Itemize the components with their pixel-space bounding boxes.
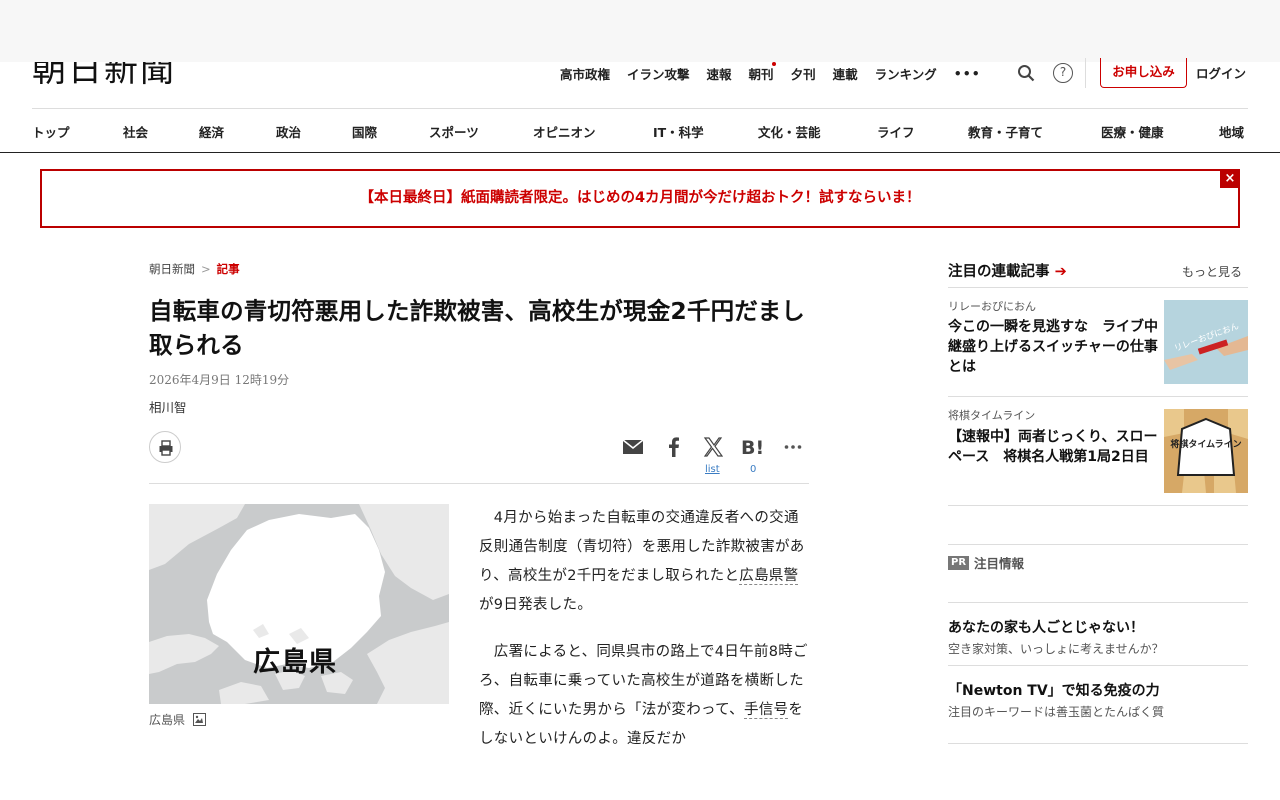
subscribe-button[interactable]: お申し込み: [1100, 58, 1187, 88]
ad-title[interactable]: あなたの家も人ごとじゃない！: [948, 617, 1144, 637]
nav-bottom-line: [0, 152, 1280, 153]
pr-heading-text: 注目情報: [974, 556, 1025, 571]
search-icon[interactable]: [1017, 64, 1035, 82]
ad-title[interactable]: 「Newton TV」で知る免疫の力: [948, 680, 1160, 700]
map-label: 広島県: [253, 647, 337, 678]
breadcrumb-home[interactable]: 朝日新聞: [149, 262, 195, 276]
series-card-title[interactable]: 今この一瞬を見逃すな ライブ中継盛り上げるスイッチャーの仕事とは: [948, 317, 1158, 377]
category-it-science[interactable]: IT・科学: [653, 122, 704, 141]
hatena-count[interactable]: 0: [750, 464, 756, 475]
pr-badge: PR: [948, 555, 970, 570]
series-card-title[interactable]: 【速報中】両者じっくり、スローペース 将棋名人戦第1局2日目: [948, 427, 1158, 467]
more-link[interactable]: もっと見る: [1182, 263, 1242, 280]
category-nav: トップ 社会 経済 政治 国際 スポーツ オピニオン IT・科学 文化・芸能 ラ…: [0, 120, 1280, 142]
site-logo[interactable]: 朝日新聞: [32, 62, 176, 90]
article-paragraph-2: 広署によると、同県呉市の路上で4日午前8時ごろ、自転車に乗っていた高校生が道路を…: [479, 638, 809, 754]
facebook-share-icon[interactable]: [664, 436, 684, 458]
nav-series[interactable]: 連載: [833, 64, 858, 83]
category-international[interactable]: 国際: [352, 122, 377, 141]
top-gray-bar: [0, 0, 1280, 62]
category-opinion[interactable]: オピニオン: [533, 122, 596, 141]
article-title: 自転車の青切符悪用した詐欺被害、高校生が現金2千円だまし取られる: [149, 297, 805, 359]
help-icon[interactable]: ?: [1053, 63, 1073, 83]
logo-area[interactable]: 朝日新聞: [0, 62, 260, 92]
promo-text[interactable]: 【本日最終日】紙面購読者限定。はじめの4カ月間が今だけ超おトク！試すならいま！: [359, 190, 920, 206]
category-culture[interactable]: 文化・芸能: [758, 122, 821, 141]
ad-subtitle[interactable]: 注目のキーワードは善玉菌とたんぱく質: [948, 703, 1164, 720]
nav-morning-edition[interactable]: 朝刊: [749, 61, 776, 83]
series-card-thumbnail[interactable]: 将棋タイムライン: [1164, 409, 1248, 493]
sidebar-divider: [948, 287, 1248, 288]
close-icon[interactable]: ×: [1220, 169, 1240, 188]
pr-heading: PR 注目情報: [948, 553, 1024, 572]
featured-series-title[interactable]: 注目の連載記事: [948, 264, 1050, 280]
category-economy[interactable]: 経済: [199, 122, 224, 141]
category-top[interactable]: トップ: [32, 122, 70, 141]
series-card-thumbnail[interactable]: リレーおぴにおん: [1164, 300, 1248, 384]
article-meta-divider: [149, 483, 809, 484]
article-paragraph-1: 4月から始まった自転車の交通違反者への交通反則通告制度（青切符）を悪用した詐欺被…: [479, 504, 809, 620]
featured-series-heading[interactable]: 注目の連載記事 ➔: [948, 260, 1067, 281]
category-health[interactable]: 医療・健康: [1101, 122, 1164, 141]
category-life[interactable]: ライフ: [877, 122, 915, 141]
more-menu-button[interactable]: •••: [954, 66, 981, 81]
nav-evening-edition[interactable]: 夕刊: [791, 64, 816, 83]
header-divider-line: [32, 108, 1248, 109]
category-society[interactable]: 社会: [123, 122, 148, 141]
header-divider: [1085, 58, 1086, 88]
category-sports[interactable]: スポーツ: [429, 122, 479, 141]
ad-subtitle[interactable]: 空き家対策、いっしょに考えませんか？: [948, 640, 1164, 657]
promo-banner[interactable]: 【本日最終日】紙面購読者限定。はじめの4カ月間が今だけ超おトク！試すならいま！ …: [40, 169, 1240, 228]
shogi-timeline-thumbnail: 将棋タイムライン: [1164, 409, 1248, 493]
breadcrumb-separator: >: [201, 262, 211, 276]
mail-share-icon[interactable]: [622, 436, 644, 458]
relay-opinion-thumbnail: リレーおぴにおん: [1164, 300, 1248, 384]
category-politics[interactable]: 政治: [276, 122, 301, 141]
sidebar-divider: [948, 544, 1248, 545]
thumb-text: 将棋タイムライン: [1170, 438, 1241, 450]
sidebar-divider: [948, 602, 1248, 603]
nav-ranking[interactable]: ランキング: [875, 64, 937, 83]
breadcrumb: 朝日新聞 > 記事: [149, 261, 240, 277]
svg-text:B!: B!: [741, 437, 764, 458]
sidebar-divider: [948, 665, 1248, 666]
link-hiroshima-police[interactable]: 広島県警: [739, 568, 799, 585]
link-hand-signal[interactable]: 手信号: [743, 702, 789, 719]
sidebar-divider: [948, 396, 1248, 397]
nav-iran[interactable]: イラン攻撃: [627, 64, 690, 83]
printer-icon: [159, 440, 173, 456]
nav-breaking[interactable]: 速報: [707, 64, 732, 83]
nav-takaichi[interactable]: 高市政権: [560, 64, 610, 83]
utility-nav: 高市政権 イラン攻撃 速報 朝刊 夕刊 連載 ランキング •••: [560, 61, 998, 84]
login-link[interactable]: ログイン: [1196, 63, 1246, 82]
paragraph-1-text-end: が9日発表した。: [479, 597, 593, 613]
caption-text: 広島県: [149, 713, 186, 727]
series-card-label[interactable]: リレーおぴにおん: [948, 298, 1036, 314]
more-share-icon[interactable]: [784, 444, 802, 450]
breadcrumb-current[interactable]: 記事: [217, 262, 240, 276]
print-button[interactable]: [149, 431, 181, 463]
hatena-bookmark-icon[interactable]: B!: [741, 436, 765, 458]
article-author[interactable]: 相川智: [149, 397, 187, 416]
arrow-right-icon[interactable]: ➔: [1055, 264, 1067, 280]
category-education[interactable]: 教育・子育て: [968, 122, 1043, 141]
series-card-label[interactable]: 将棋タイムライン: [948, 407, 1035, 423]
x-share-count[interactable]: list: [705, 464, 720, 475]
sidebar-divider: [948, 505, 1248, 506]
article-map-image[interactable]: 広島県: [149, 504, 449, 704]
x-share-icon[interactable]: [703, 436, 723, 458]
article-date: 2026年4月9日 12時19分: [149, 373, 290, 387]
image-caption: 広島県: [149, 711, 207, 728]
category-region[interactable]: 地域: [1219, 122, 1244, 141]
sidebar-divider: [948, 743, 1248, 744]
image-icon[interactable]: [193, 713, 207, 726]
